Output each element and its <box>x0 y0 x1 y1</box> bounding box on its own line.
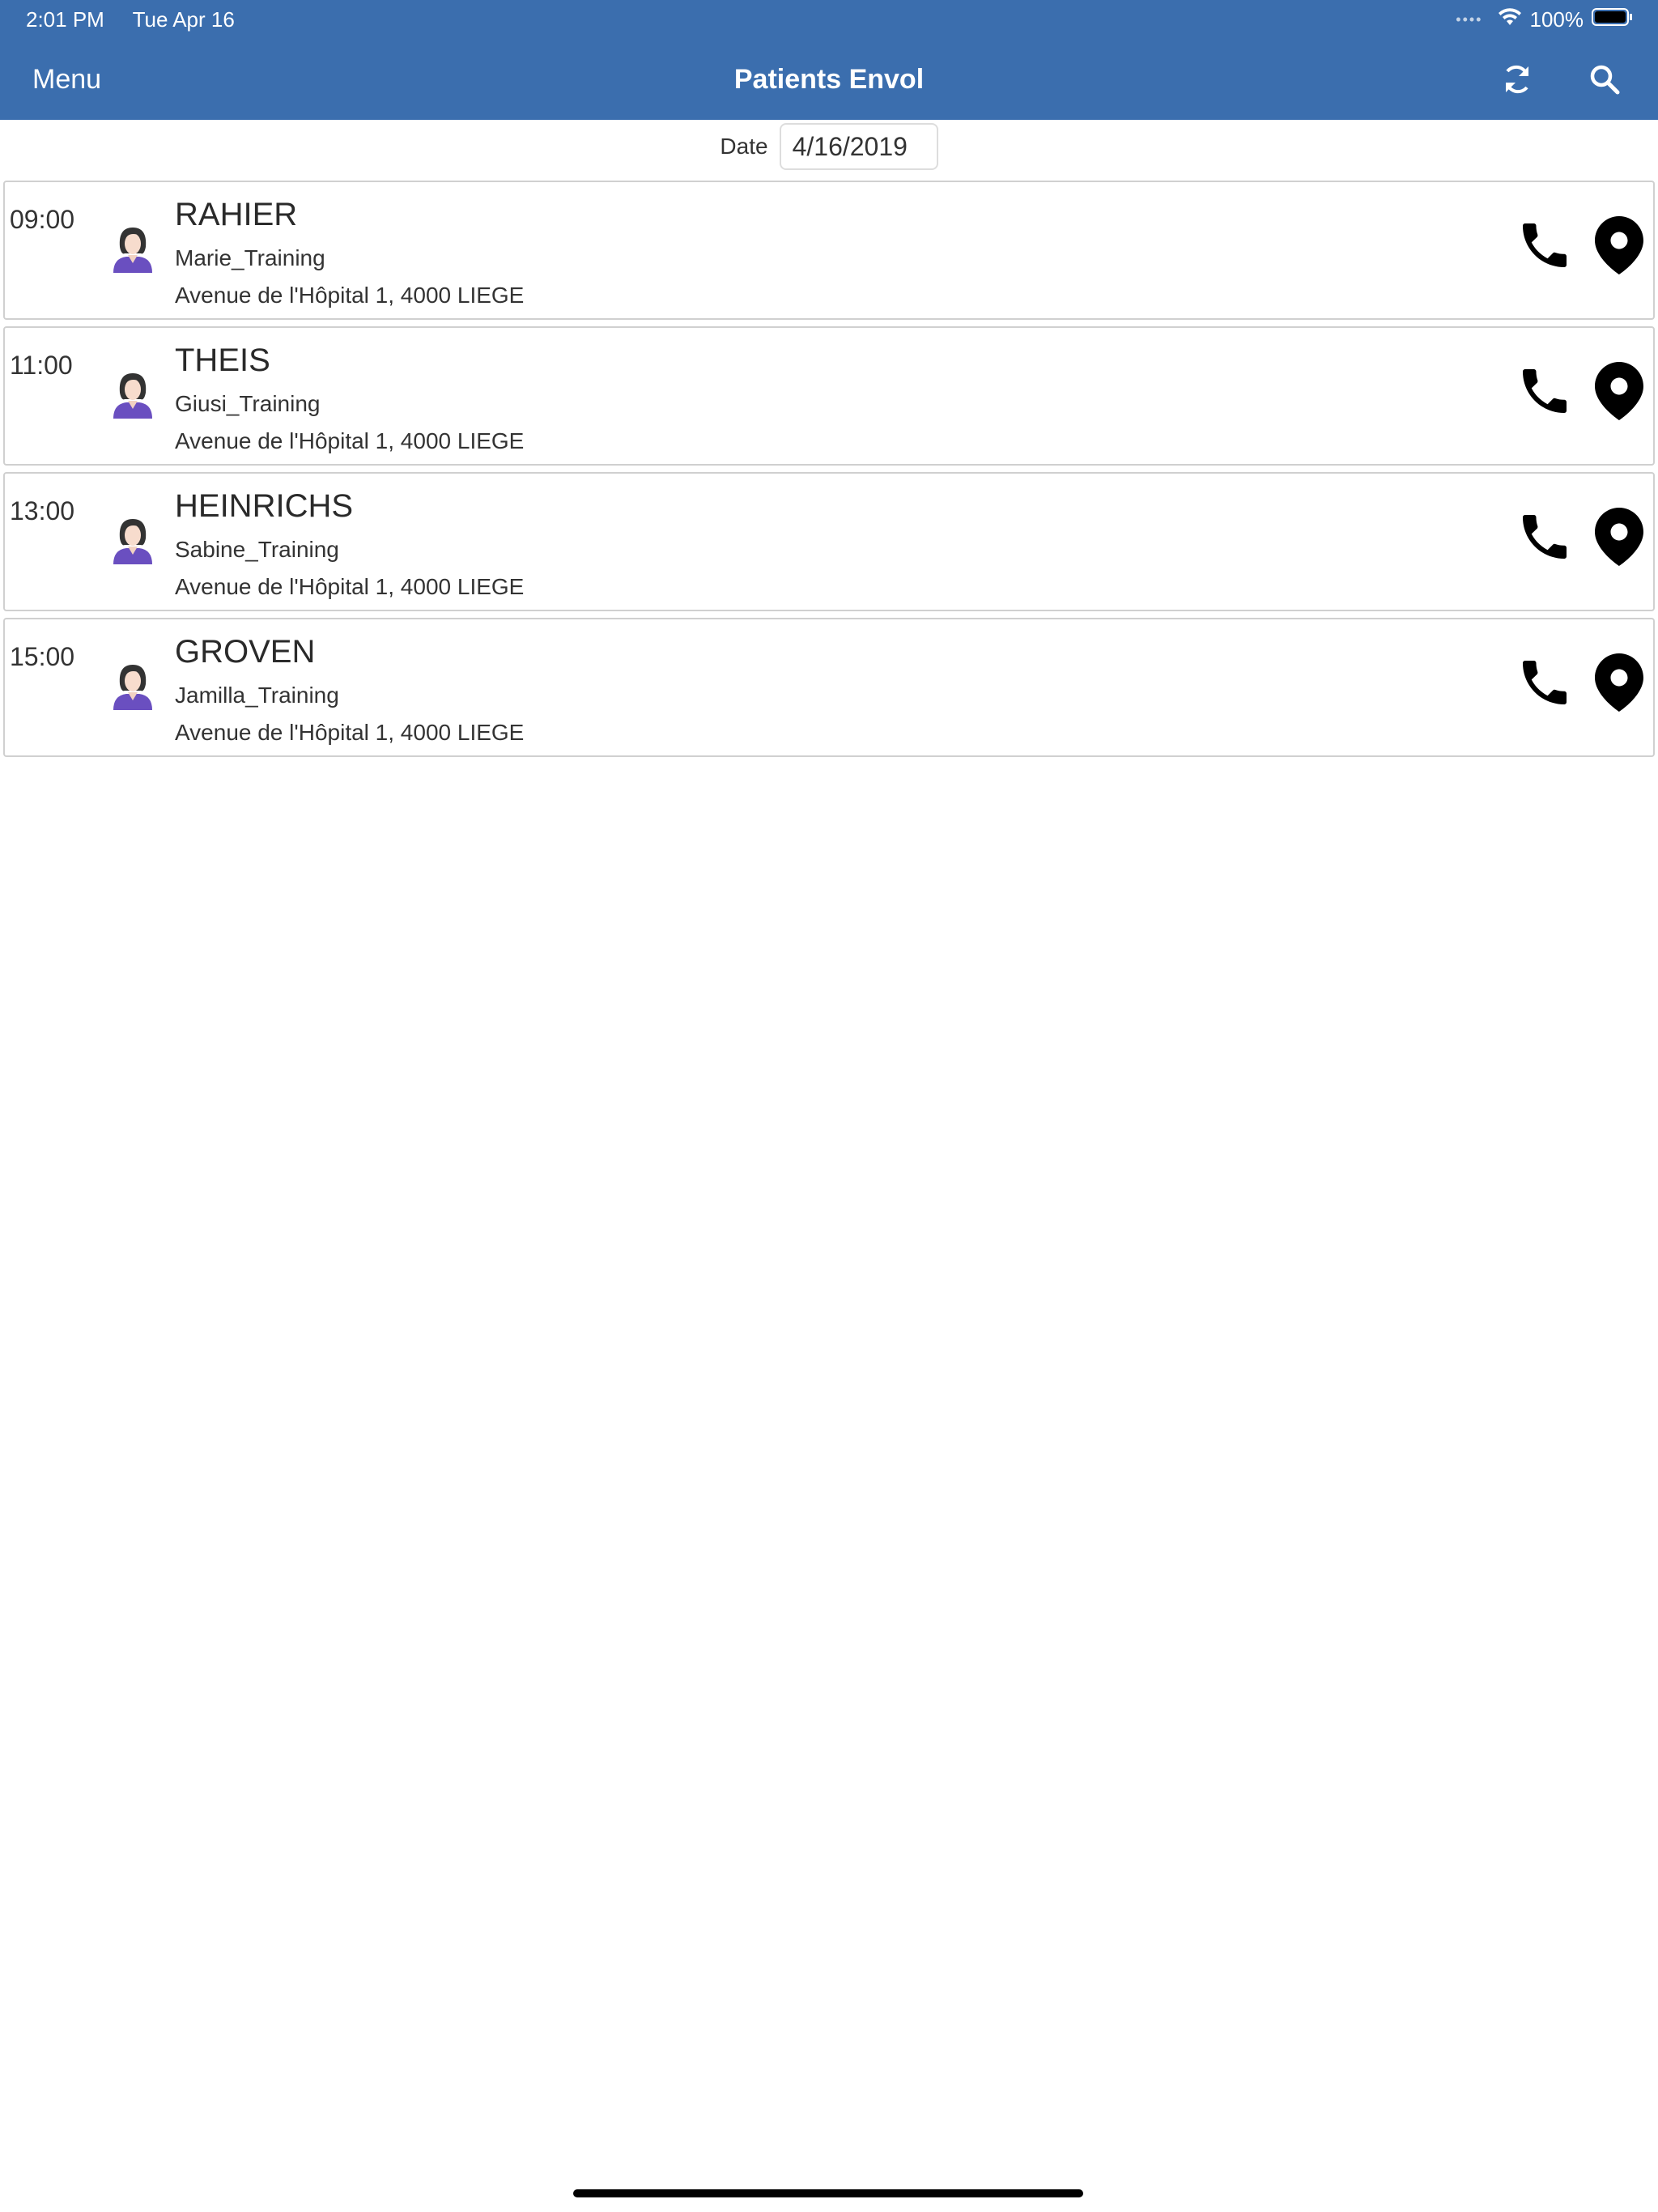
phone-icon[interactable] <box>1516 216 1574 274</box>
patient-card[interactable]: 15:00 GROVEN Jamilla_Training Avenue de … <box>3 618 1655 757</box>
patient-name: HEINRICHS <box>175 488 354 524</box>
status-time: 2:01 PM <box>26 7 104 32</box>
patient-first-name: Sabine_Training <box>175 537 339 562</box>
status-bar-left: 2:01 PM Tue Apr 16 <box>26 6 257 32</box>
patient-address: Avenue de l'Hôpital 1, 4000 LIEGE <box>175 720 525 745</box>
status-bar-right: •••• 100% <box>1456 6 1634 32</box>
date-input[interactable]: 4/16/2019 <box>779 123 938 170</box>
appointment-time: 15:00 <box>10 642 75 671</box>
patient-card[interactable]: 13:00 HEINRICHS Sabine_Training Avenue d… <box>3 472 1655 611</box>
app-header: 2:01 PM Tue Apr 16 •••• 100% Menu Patien… <box>0 0 1658 120</box>
date-label: Date <box>720 134 768 159</box>
patient-first-name: Jamilla_Training <box>175 683 339 708</box>
patient-name: RAHIER <box>175 197 298 232</box>
map-pin-icon[interactable] <box>1595 216 1643 274</box>
status-date: Tue Apr 16 <box>132 7 235 32</box>
patient-avatar-icon <box>108 368 157 420</box>
patient-avatar-icon <box>108 660 157 712</box>
appointment-time: 13:00 <box>10 496 75 525</box>
signal-icon: •••• <box>1456 11 1483 28</box>
patient-card[interactable]: 09:00 RAHIER Marie_Training Avenue de l'… <box>3 181 1655 320</box>
patient-address: Avenue de l'Hôpital 1, 4000 LIEGE <box>175 283 525 308</box>
wifi-icon <box>1498 7 1522 32</box>
menu-button[interactable]: Menu <box>32 60 101 99</box>
patient-name: GROVEN <box>175 634 316 670</box>
battery-icon <box>1592 7 1634 32</box>
patient-name: THEIS <box>175 342 270 378</box>
patient-avatar-icon <box>108 223 157 274</box>
date-filter: Date 4/16/2019 <box>0 120 1658 173</box>
phone-icon[interactable] <box>1516 362 1574 420</box>
refresh-icon[interactable] <box>1496 58 1538 100</box>
patient-list: 09:00 RAHIER Marie_Training Avenue de l'… <box>3 181 1655 764</box>
appointment-time: 09:00 <box>10 205 75 234</box>
patient-first-name: Marie_Training <box>175 245 325 270</box>
patient-card[interactable]: 11:00 THEIS Giusi_Training Avenue de l'H… <box>3 326 1655 466</box>
map-pin-icon[interactable] <box>1595 508 1643 566</box>
phone-icon[interactable] <box>1516 508 1574 566</box>
patient-address: Avenue de l'Hôpital 1, 4000 LIEGE <box>175 428 525 453</box>
patient-first-name: Giusi_Training <box>175 391 321 416</box>
patient-avatar-icon <box>108 514 157 566</box>
map-pin-icon[interactable] <box>1595 653 1643 712</box>
appointment-time: 11:00 <box>10 351 73 380</box>
battery-percent: 100% <box>1529 6 1584 32</box>
patient-address: Avenue de l'Hôpital 1, 4000 LIEGE <box>175 574 525 599</box>
map-pin-icon[interactable] <box>1595 362 1643 420</box>
page-title: Patients Envol <box>733 64 925 95</box>
phone-icon[interactable] <box>1516 653 1574 712</box>
search-icon[interactable] <box>1584 58 1626 100</box>
home-indicator[interactable] <box>573 2189 1083 2197</box>
